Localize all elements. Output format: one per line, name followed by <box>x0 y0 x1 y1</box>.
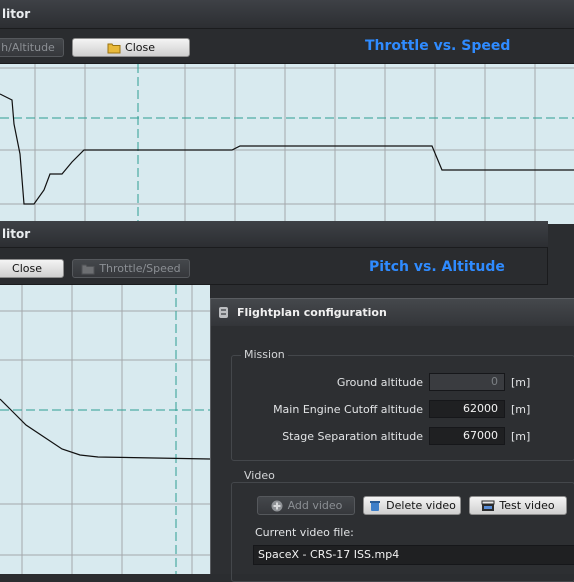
folder-icon <box>81 263 95 275</box>
grid-lines <box>0 285 210 574</box>
ground-altitude-label: Ground altitude <box>336 376 423 389</box>
app-icon <box>218 306 229 319</box>
close-button-1[interactable]: Close <box>72 38 190 57</box>
close-button-2-label: Close <box>12 262 42 275</box>
grid-lines <box>0 64 574 224</box>
add-video-button[interactable]: Add video <box>257 496 355 515</box>
throttle-speed-graph <box>0 64 574 224</box>
meco-altitude-label: Main Engine Cutoff altitude <box>273 403 423 416</box>
guide-lines <box>0 285 210 574</box>
window1-titlebar: litor <box>0 0 574 29</box>
tab-throttle-speed-button[interactable]: Throttle/Speed <box>72 259 190 278</box>
meco-altitude-unit: [m] <box>511 403 531 416</box>
ground-altitude-unit: [m] <box>511 376 531 389</box>
stage-sep-altitude-field[interactable]: 67000 <box>429 427 505 445</box>
guide-lines <box>0 64 574 224</box>
close-button-2[interactable]: Close <box>0 259 64 278</box>
delete-icon <box>368 500 382 512</box>
tab-throttle-speed-label: Throttle/Speed <box>99 262 181 275</box>
delete-video-button[interactable]: Delete video <box>363 496 461 515</box>
close-button-1-label: Close <box>125 41 155 54</box>
tab-pitch-altitude-label: h/Altitude <box>1 41 55 54</box>
add-icon <box>270 500 284 512</box>
flightplan-dialog: Flightplan configuration Mission Ground … <box>210 298 574 582</box>
pitch-altitude-plot[interactable] <box>0 285 210 574</box>
stage-sep-altitude-label: Stage Separation altitude <box>282 430 423 443</box>
pitch-curve <box>0 398 210 460</box>
delete-video-label: Delete video <box>386 499 456 512</box>
test-video-button[interactable]: Test video <box>469 496 567 515</box>
tab-pitch-altitude-button[interactable]: h/Altitude <box>0 38 64 57</box>
folder-icon <box>107 42 121 54</box>
window1-title: litor <box>2 7 31 21</box>
video-group-label: Video <box>241 469 278 482</box>
dialog-titlebar: Flightplan configuration <box>211 299 574 326</box>
throttle-curve <box>0 93 574 205</box>
window2-title: litor <box>2 227 31 241</box>
dialog-title: Flightplan configuration <box>237 306 387 319</box>
throttle-speed-plot[interactable] <box>0 64 574 224</box>
chart-title-pitch-altitude: Pitch vs. Altitude <box>369 259 505 275</box>
current-video-label: Current video file: <box>255 526 354 539</box>
meco-altitude-field[interactable]: 62000 <box>429 400 505 418</box>
add-video-label: Add video <box>287 499 343 512</box>
mission-group-label: Mission <box>241 348 288 361</box>
chart-title-throttle-speed: Throttle vs. Speed <box>365 38 511 54</box>
window2-titlebar: litor <box>0 221 548 248</box>
clapperboard-icon <box>481 500 495 512</box>
pitch-altitude-graph <box>0 285 210 574</box>
ground-altitude-field: 0 <box>429 373 505 391</box>
current-video-field[interactable]: SpaceX - CRS-17 ISS.mp4 <box>253 545 574 565</box>
stage-sep-altitude-unit: [m] <box>511 430 531 443</box>
test-video-label: Test video <box>499 499 555 512</box>
